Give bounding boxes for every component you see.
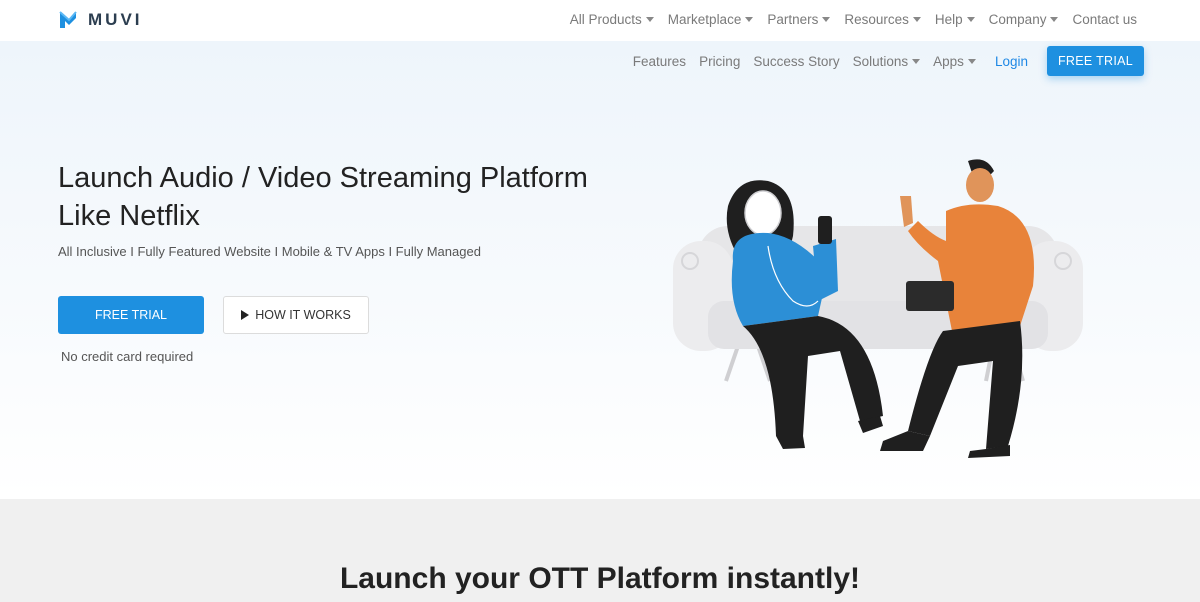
play-icon bbox=[241, 310, 250, 320]
subnav-item-success-story[interactable]: Success Story bbox=[753, 54, 839, 69]
top-header: MUVI All Products Marketplace Partners Reso… bbox=[0, 0, 1200, 41]
section-title: Launch your OTT Platform instantly! bbox=[339, 562, 861, 595]
caret-down-icon bbox=[822, 17, 831, 22]
subnav-item-label: Success Story bbox=[753, 53, 840, 69]
hero-title: Launch Audio / Video Streaming Platform … bbox=[58, 162, 588, 232]
topnav-item-label: Marketplace bbox=[667, 12, 742, 27]
topnav-item-help[interactable]: Help bbox=[935, 12, 975, 27]
top-nav: All Products Marketplace Partners Resources… bbox=[570, 12, 1137, 27]
ott-section: Launch your OTT Platform instantly! bbox=[0, 499, 1200, 602]
hero-section: Features Pricing Success Story Solutions App… bbox=[0, 41, 1200, 499]
subnav-item-apps[interactable]: Apps bbox=[933, 54, 976, 69]
topnav-item-partners[interactable]: Partners bbox=[767, 12, 831, 27]
topnav-item-label: Help bbox=[934, 12, 963, 27]
sub-nav: Features Pricing Success Story Solutions App… bbox=[633, 46, 1144, 76]
topnav-item-all-products[interactable]: All Products bbox=[570, 12, 654, 27]
caret-down-icon bbox=[912, 17, 921, 22]
nav-free-trial-button[interactable]: FREE TRIAL bbox=[1046, 46, 1144, 76]
caret-down-icon bbox=[967, 58, 976, 64]
muvi-logo[interactable]: MUVI bbox=[58, 9, 143, 31]
logo-text: MUVI bbox=[88, 10, 143, 29]
people-on-couch-illustration bbox=[673, 159, 1083, 458]
topnav-item-label: Company bbox=[988, 12, 1047, 27]
subnav-item-pricing[interactable]: Pricing bbox=[699, 54, 740, 69]
hero-subtitle: All Inclusive I Fully Featured Website I… bbox=[58, 244, 481, 259]
caret-down-icon bbox=[745, 17, 754, 22]
subnav-item-features[interactable]: Features bbox=[633, 54, 686, 69]
topnav-item-label: Contact us bbox=[1072, 12, 1137, 27]
topnav-item-company[interactable]: Company bbox=[989, 12, 1059, 27]
caret-down-icon bbox=[1050, 17, 1059, 22]
how-it-works-label: HOW IT WORKS bbox=[255, 308, 351, 322]
subnav-item-solutions[interactable]: Solutions bbox=[853, 54, 921, 69]
muvi-logo-icon bbox=[59, 11, 77, 28]
topnav-item-contact-us[interactable]: Contact us bbox=[1072, 12, 1137, 27]
free-trial-button[interactable]: FREE TRIAL bbox=[58, 296, 204, 334]
no-credit-card-note: No credit card required bbox=[61, 349, 194, 364]
caret-down-icon bbox=[912, 58, 921, 64]
topnav-item-resources[interactable]: Resources bbox=[844, 12, 921, 27]
topnav-item-label: All Products bbox=[569, 12, 642, 27]
subnav-item-label: Pricing bbox=[699, 53, 741, 69]
subnav-item-label: Solutions bbox=[852, 53, 909, 69]
subnav-item-label: Features bbox=[632, 53, 687, 69]
topnav-item-marketplace[interactable]: Marketplace bbox=[668, 12, 754, 27]
caret-down-icon bbox=[645, 17, 654, 22]
topnav-item-label: Resources bbox=[844, 12, 909, 27]
how-it-works-button[interactable]: HOW IT WORKS bbox=[223, 296, 369, 334]
topnav-item-label: Partners bbox=[767, 12, 819, 27]
subnav-item-label: Apps bbox=[933, 53, 964, 69]
login-link[interactable]: Login bbox=[995, 54, 1028, 69]
caret-down-icon bbox=[966, 17, 975, 22]
